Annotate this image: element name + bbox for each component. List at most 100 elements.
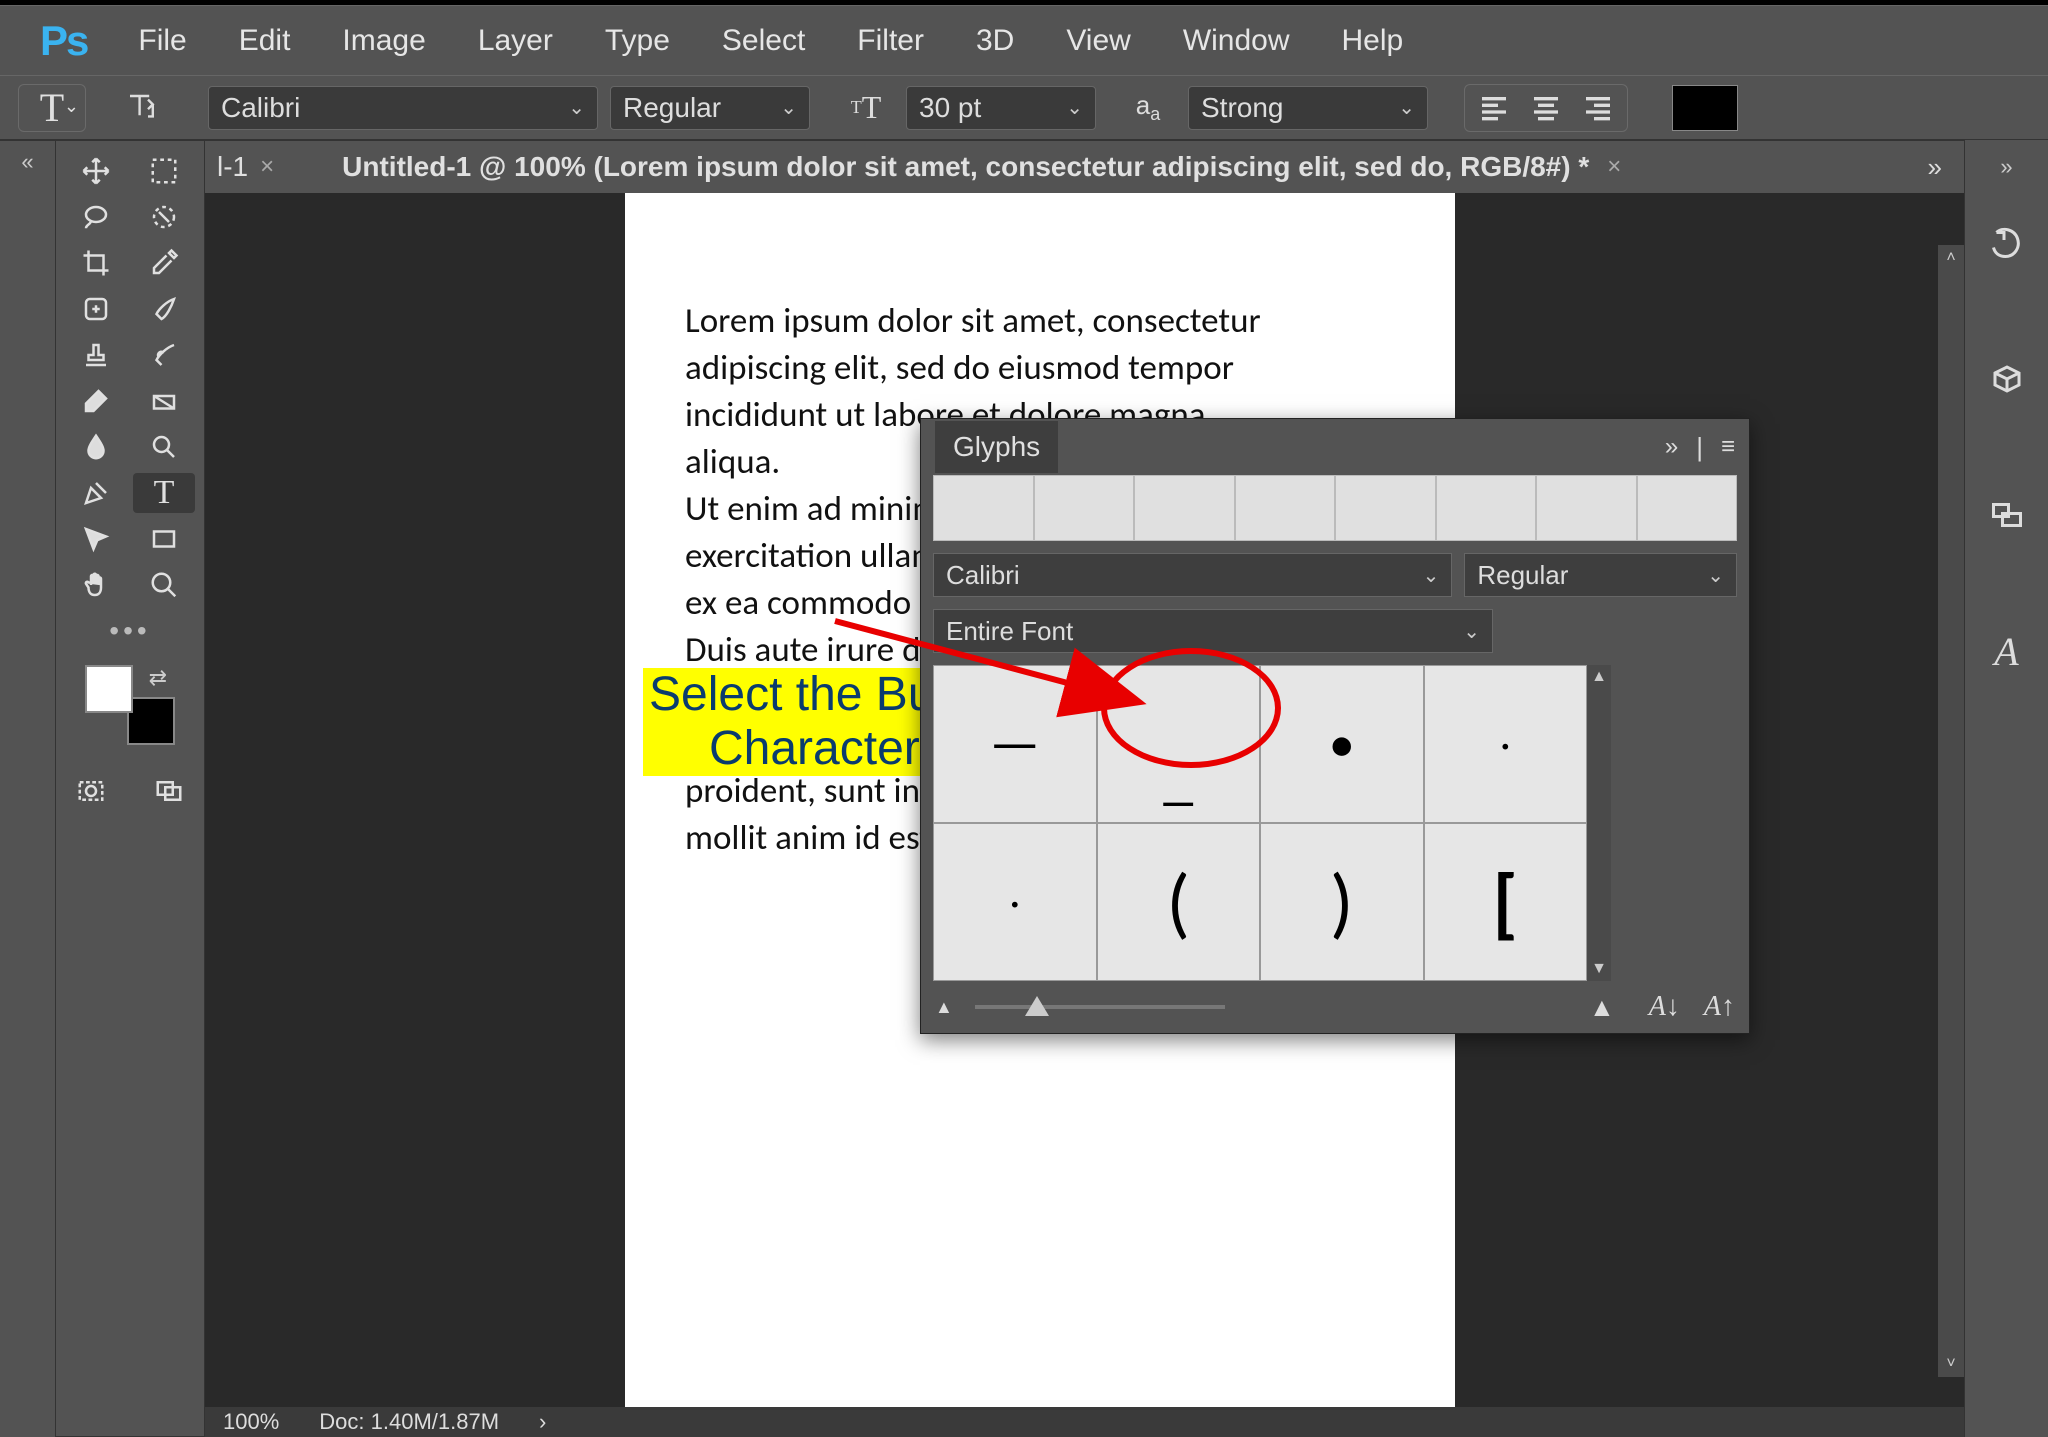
font-size-dropdown[interactable]: 30 pt ⌄ (906, 86, 1096, 130)
tool-preset-type[interactable]: T ⌄ (18, 84, 86, 132)
zoom-in-icon[interactable]: ▲ (1589, 992, 1615, 1023)
increase-font-icon[interactable]: A↑ (1704, 991, 1735, 1023)
panel-menu-icon[interactable]: ≡ (1721, 433, 1735, 461)
recent-glyph-slot[interactable] (1235, 475, 1336, 541)
close-icon[interactable]: × (1607, 153, 1621, 181)
canvas-viewport[interactable]: Lorem ipsum dolor sit amet, consectetur … (205, 193, 1964, 1407)
menu-view[interactable]: View (1040, 24, 1156, 58)
align-center-button[interactable] (1522, 88, 1570, 128)
menu-window[interactable]: Window (1157, 24, 1316, 58)
healing-tool[interactable] (65, 289, 127, 329)
glyphs-grid: — _ ● · · ( ) [ (933, 665, 1587, 981)
align-left-button[interactable] (1470, 88, 1518, 128)
text-color-swatch[interactable] (1672, 85, 1738, 131)
glyphs-panel-tab[interactable]: Glyphs (935, 421, 1058, 473)
menu-image[interactable]: Image (316, 24, 451, 58)
history-panel-icon[interactable] (1980, 216, 2034, 270)
status-menu-icon[interactable]: › (539, 1409, 546, 1435)
scroll-down-icon[interactable]: ▼ (1587, 957, 1611, 981)
font-family-dropdown[interactable]: Calibri ⌄ (208, 86, 598, 130)
glyph-cell-paren-close[interactable]: ) (1260, 823, 1424, 981)
glyph-cell-middot[interactable]: · (1424, 665, 1588, 823)
decrease-font-icon[interactable]: A↓ (1649, 991, 1680, 1023)
recent-glyph-slot[interactable] (1637, 475, 1738, 541)
menu-help[interactable]: Help (1316, 24, 1430, 58)
menu-type[interactable]: Type (579, 24, 696, 58)
chevron-down-icon: ⌄ (1066, 95, 1083, 120)
fg-bg-colors[interactable]: ⇄ (85, 665, 175, 745)
antialias-dropdown[interactable]: Strong ⌄ (1188, 86, 1428, 130)
font-style-dropdown[interactable]: Regular ⌄ (610, 86, 810, 130)
screen-mode-button[interactable] (138, 771, 200, 811)
close-icon[interactable]: × (260, 153, 274, 181)
glyph-cell-bracket-open[interactable]: [ (1424, 823, 1588, 981)
menu-edit[interactable]: Edit (213, 24, 317, 58)
glyph-zoom-slider[interactable] (975, 1005, 1225, 1009)
menu-3d[interactable]: 3D (950, 24, 1040, 58)
expand-panels-icon[interactable]: » (2000, 150, 2012, 190)
recent-glyph-slot[interactable] (1536, 475, 1637, 541)
character-panel-icon[interactable]: A (1980, 624, 2034, 678)
marquee-tool[interactable] (133, 151, 195, 191)
quick-mask-button[interactable] (60, 771, 122, 811)
document-tab-1[interactable]: l-1 × (213, 141, 288, 193)
shape-tool[interactable] (133, 519, 195, 559)
canvas-area: l-1 × Untitled-1 @ 100% (Lorem ipsum dol… (205, 140, 1964, 1437)
font-size-icon: TT (836, 84, 896, 132)
recent-glyph-slot[interactable] (933, 475, 1034, 541)
brush-tool[interactable] (133, 289, 195, 329)
path-select-tool[interactable] (65, 519, 127, 559)
blur-tool[interactable] (65, 427, 127, 467)
slider-thumb[interactable] (1025, 996, 1049, 1016)
options-bar: T ⌄ Calibri ⌄ Regular ⌄ TT 30 pt ⌄ aa St… (0, 75, 2048, 140)
eraser-tool[interactable] (65, 381, 127, 421)
glyph-cell-underscore[interactable]: _ (1097, 665, 1261, 823)
tab-overflow-button[interactable]: » (1914, 152, 1956, 183)
history-brush-tool[interactable] (133, 335, 195, 375)
zoom-tool[interactable] (133, 565, 195, 605)
glyph-cell-period[interactable]: · (933, 823, 1097, 981)
swap-colors-icon[interactable]: ⇄ (149, 665, 167, 691)
glyphs-subset-dropdown[interactable]: Entire Font ⌄ (933, 609, 1493, 653)
document-tab-2[interactable]: Untitled-1 @ 100% (Lorem ipsum dolor sit… (328, 141, 1635, 193)
hand-tool[interactable] (65, 565, 127, 605)
crop-tool[interactable] (65, 243, 127, 283)
stamp-tool[interactable] (65, 335, 127, 375)
recent-glyph-slot[interactable] (1436, 475, 1537, 541)
chevron-down-icon: ⌄ (1463, 619, 1480, 644)
glyph-cell-paren-open[interactable]: ( (1097, 823, 1261, 981)
eyedropper-tool[interactable] (133, 243, 195, 283)
glyph-cell-bullet[interactable]: ● (1260, 665, 1424, 823)
pen-tool[interactable] (65, 473, 127, 513)
recent-glyph-slot[interactable] (1335, 475, 1436, 541)
libraries-panel-icon[interactable] (1980, 488, 2034, 542)
type-tool[interactable]: T (133, 473, 195, 513)
bg-color-swatch[interactable] (127, 697, 175, 745)
quick-select-tool[interactable] (133, 197, 195, 237)
glyph-cell-em-dash[interactable]: — (933, 665, 1097, 823)
menu-select[interactable]: Select (696, 24, 831, 58)
3d-panel-icon[interactable] (1980, 352, 2034, 406)
scroll-up-icon[interactable]: ▲ (1587, 665, 1611, 689)
recent-glyph-slot[interactable] (1134, 475, 1235, 541)
glyphs-font-family-dropdown[interactable]: Calibri ⌄ (933, 553, 1452, 597)
fg-color-swatch[interactable] (85, 665, 133, 713)
glyphs-font-style-dropdown[interactable]: Regular ⌄ (1464, 553, 1737, 597)
gradient-tool[interactable] (133, 381, 195, 421)
more-tools-icon[interactable]: ••• (109, 615, 150, 647)
collapse-panel-icon[interactable]: » (1665, 433, 1678, 461)
text-orientation-icon[interactable] (112, 84, 172, 132)
zoom-level[interactable]: 100% (223, 1409, 279, 1435)
menu-file[interactable]: File (112, 24, 212, 58)
zoom-out-icon[interactable]: ▲ (935, 997, 953, 1018)
canvas-vertical-scrollbar[interactable]: ˄ ˅ (1938, 245, 1964, 1377)
menu-filter[interactable]: Filter (831, 24, 950, 58)
menu-layer[interactable]: Layer (452, 24, 579, 58)
move-tool[interactable] (65, 151, 127, 191)
lasso-tool[interactable] (65, 197, 127, 237)
recent-glyph-slot[interactable] (1034, 475, 1135, 541)
doc-info: Doc: 1.40M/1.87M (319, 1409, 499, 1435)
dodge-tool[interactable] (133, 427, 195, 467)
align-right-button[interactable] (1574, 88, 1622, 128)
glyphs-font-style: Regular (1477, 560, 1568, 591)
